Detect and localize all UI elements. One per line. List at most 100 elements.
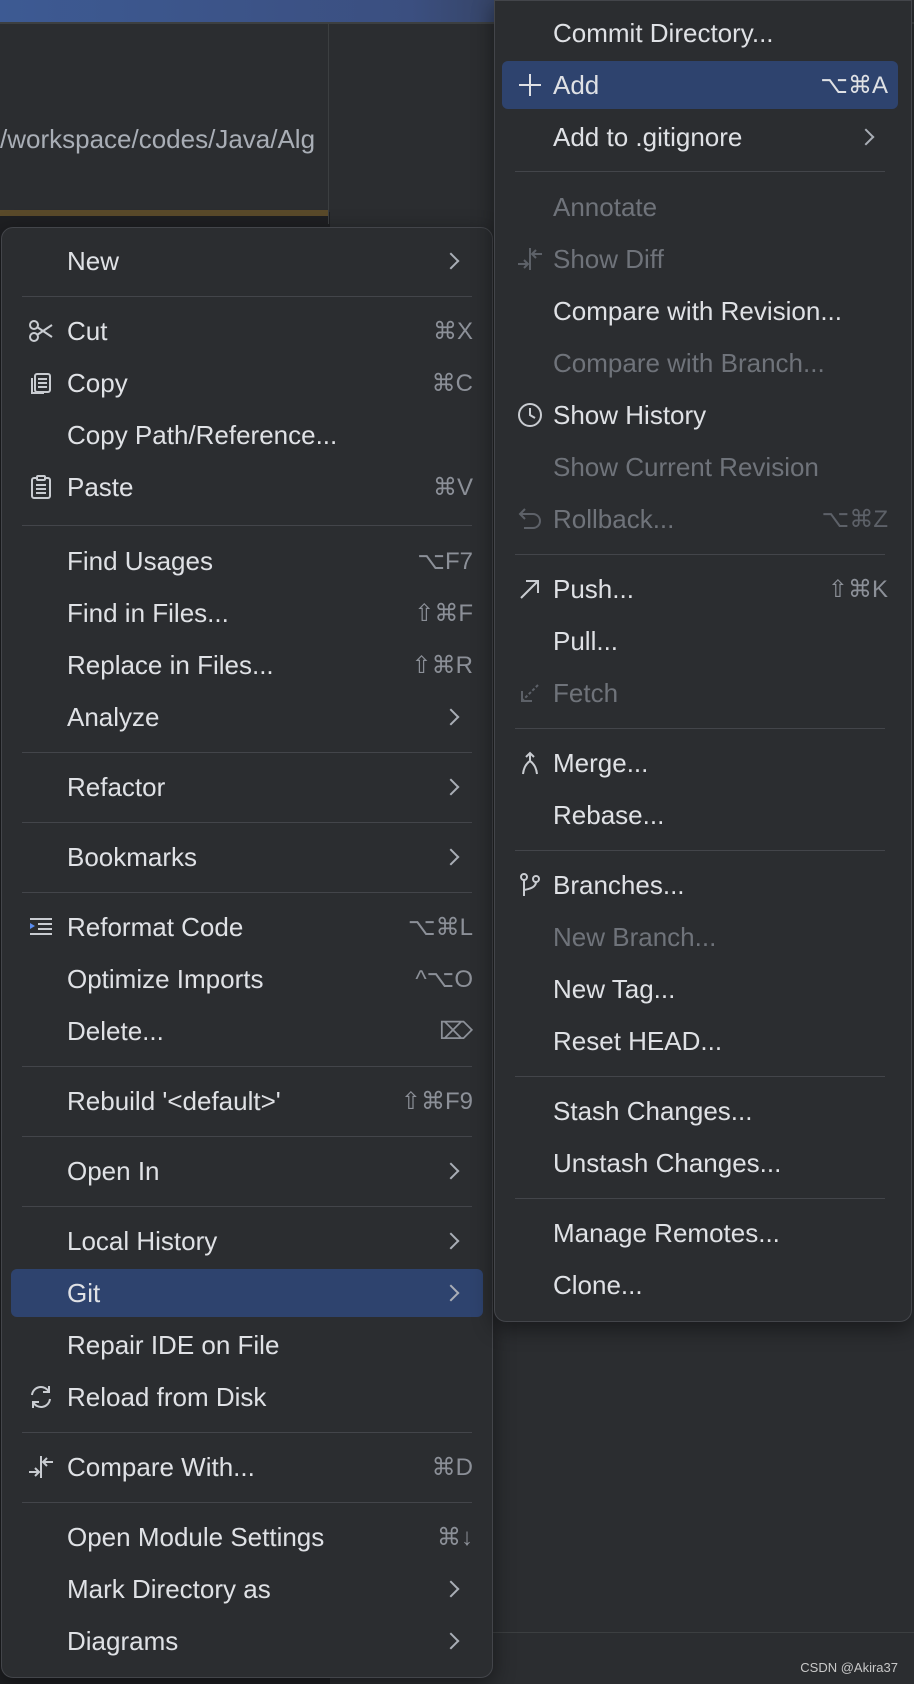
- menu-item-label: Find in Files...: [67, 597, 229, 628]
- git-rebase[interactable]: Rebase...: [502, 791, 898, 839]
- menu-item-reload-from-disk[interactable]: Reload from Disk: [11, 1373, 483, 1421]
- git-unstash-changes[interactable]: Unstash Changes...: [502, 1139, 898, 1187]
- menu-item-copy[interactable]: Copy ⌘C: [11, 359, 483, 407]
- git-merge[interactable]: Merge...: [502, 739, 898, 787]
- menu-item-optimize-imports[interactable]: Optimize Imports ^⌥O: [11, 955, 483, 1003]
- menu-item-bookmarks[interactable]: Bookmarks: [11, 833, 483, 881]
- menu-item-label: Cut: [67, 315, 108, 346]
- menu-item-label: Stash Changes...: [553, 1095, 753, 1126]
- git-add-to-gitignore[interactable]: Add to .gitignore: [502, 113, 898, 161]
- shortcut-text: ⌘V: [432, 473, 473, 501]
- git-fetch[interactable]: Fetch: [502, 669, 898, 717]
- git-compare-with-revision[interactable]: Compare with Revision...: [502, 287, 898, 335]
- git-push[interactable]: Push... ⇧⌘K: [502, 565, 898, 613]
- menu-item-open-module-settings[interactable]: Open Module Settings ⌘↓: [11, 1513, 483, 1561]
- shortcut-text: ⌘D: [431, 1453, 473, 1481]
- menu-item-label: Show History: [553, 399, 707, 430]
- git-clone[interactable]: Clone...: [502, 1261, 898, 1309]
- menu-item-label: Reformat Code: [67, 911, 244, 942]
- scissors-icon: [27, 317, 55, 345]
- menu-item-local-history[interactable]: Local History: [11, 1217, 483, 1265]
- menu-item-git[interactable]: Git: [11, 1269, 483, 1317]
- git-stash-changes[interactable]: Stash Changes...: [502, 1087, 898, 1135]
- compare-icon: [516, 245, 544, 273]
- menu-item-label: Compare With...: [67, 1451, 255, 1482]
- menu-item-rebuild[interactable]: Rebuild '<default>' ⇧⌘F9: [11, 1077, 483, 1125]
- menu-item-new[interactable]: New: [11, 237, 483, 285]
- menu-item-repair-ide[interactable]: Repair IDE on File: [11, 1321, 483, 1369]
- menu-item-label: Commit Directory...: [553, 17, 774, 48]
- menu-separator: [22, 1206, 472, 1207]
- menu-item-label: New Branch...: [553, 921, 717, 952]
- git-add[interactable]: Add ⌥⌘A: [502, 61, 898, 109]
- git-pull[interactable]: Pull...: [502, 617, 898, 665]
- menu-separator: [22, 1136, 472, 1137]
- menu-item-delete[interactable]: Delete... ⌦: [11, 1007, 483, 1055]
- menu-item-diagrams[interactable]: Diagrams: [11, 1617, 483, 1665]
- chevron-right-icon: [442, 848, 460, 866]
- chevron-right-icon: [442, 708, 460, 726]
- git-new-branch[interactable]: New Branch...: [502, 913, 898, 961]
- menu-separator: [515, 554, 885, 555]
- chevron-right-icon: [442, 778, 460, 796]
- shortcut-text: ⌘↓: [437, 1523, 473, 1551]
- menu-item-label: Refactor: [67, 771, 166, 802]
- menu-item-label: Reset HEAD...: [553, 1025, 723, 1056]
- menu-separator: [515, 728, 885, 729]
- menu-item-analyze[interactable]: Analyze: [11, 693, 483, 741]
- menu-separator: [22, 1432, 472, 1433]
- shortcut-text: ⌥F7: [417, 547, 473, 575]
- git-rollback[interactable]: Rollback... ⌥⌘Z: [502, 495, 898, 543]
- menu-item-compare-with[interactable]: Compare With... ⌘D: [11, 1443, 483, 1491]
- project-path: /workspace/codes/Java/Alg: [0, 124, 316, 154]
- plus-icon: [516, 71, 544, 99]
- compare-icon: [27, 1453, 55, 1481]
- menu-separator: [22, 296, 472, 297]
- git-new-tag[interactable]: New Tag...: [502, 965, 898, 1013]
- menu-item-label: Push...: [553, 573, 634, 604]
- highlighted-row: [0, 210, 328, 216]
- menu-item-refactor[interactable]: Refactor: [11, 763, 483, 811]
- menu-item-label: Repair IDE on File: [67, 1329, 280, 1360]
- menu-item-label: Copy: [67, 367, 128, 398]
- menu-item-label: Add to .gitignore: [553, 121, 743, 152]
- chevron-right-icon: [857, 128, 875, 146]
- chevron-right-icon: [442, 252, 460, 270]
- menu-item-label: Compare with Revision...: [553, 295, 842, 326]
- menu-item-label: Show Current Revision: [553, 451, 819, 482]
- git-reset-head[interactable]: Reset HEAD...: [502, 1017, 898, 1065]
- git-commit-directory[interactable]: Commit Directory...: [502, 9, 898, 57]
- git-compare-with-branch[interactable]: Compare with Branch...: [502, 339, 898, 387]
- menu-separator: [22, 752, 472, 753]
- menu-item-find-in-files[interactable]: Find in Files... ⇧⌘F: [11, 589, 483, 637]
- menu-item-open-in[interactable]: Open In: [11, 1147, 483, 1195]
- menu-item-label: Annotate: [553, 191, 658, 222]
- editor-area: [0, 24, 330, 212]
- menu-item-label: Find Usages: [67, 545, 213, 576]
- menu-separator: [515, 1076, 885, 1077]
- git-show-diff[interactable]: Show Diff: [502, 235, 898, 283]
- shortcut-text: ⌘X: [432, 317, 473, 345]
- shortcut-text: ⌘C: [431, 369, 473, 397]
- menu-item-paste[interactable]: Paste ⌘V: [11, 463, 483, 511]
- menu-item-label: Manage Remotes...: [553, 1217, 780, 1248]
- shortcut-text: ⇧⌘R: [411, 651, 473, 679]
- menu-item-replace-in-files[interactable]: Replace in Files... ⇧⌘R: [11, 641, 483, 689]
- menu-item-copy-path[interactable]: Copy Path/Reference...: [11, 411, 483, 459]
- menu-item-label: Copy Path/Reference...: [67, 419, 338, 450]
- menu-item-reformat-code[interactable]: Reformat Code ⌥⌘L: [11, 903, 483, 951]
- menu-item-cut[interactable]: Cut ⌘X: [11, 307, 483, 355]
- git-annotate[interactable]: Annotate: [502, 183, 898, 231]
- menu-item-find-usages[interactable]: Find Usages ⌥F7: [11, 537, 483, 585]
- git-show-current-revision[interactable]: Show Current Revision: [502, 443, 898, 491]
- menu-item-label: Open Module Settings: [67, 1521, 325, 1552]
- shortcut-text: ⌥⌘Z: [821, 505, 888, 533]
- menu-separator: [22, 892, 472, 893]
- git-branches[interactable]: Branches...: [502, 861, 898, 909]
- menu-item-label: New: [67, 245, 120, 276]
- git-manage-remotes[interactable]: Manage Remotes...: [502, 1209, 898, 1257]
- menu-item-mark-directory-as[interactable]: Mark Directory as: [11, 1565, 483, 1613]
- undo-icon: [516, 505, 544, 533]
- panel-divider: [328, 24, 329, 224]
- git-show-history[interactable]: Show History: [502, 391, 898, 439]
